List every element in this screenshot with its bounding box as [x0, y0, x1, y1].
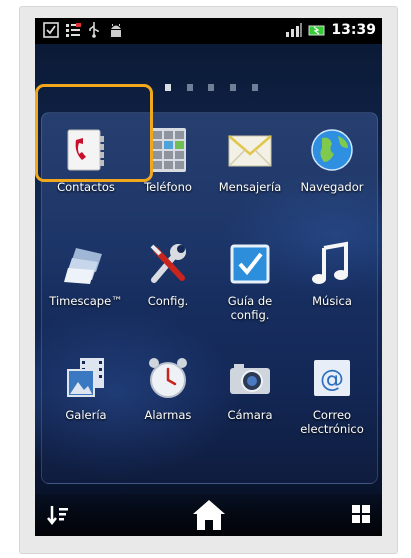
camera-icon — [226, 354, 274, 402]
app-label: Config. — [147, 294, 189, 308]
app-label: Guía de config. — [227, 294, 273, 322]
page-dot-1[interactable] — [165, 84, 171, 91]
app-correo[interactable]: @ Correo electrónico — [291, 354, 373, 436]
tasks-icon — [65, 22, 81, 43]
clock-time: 13:39 — [331, 22, 376, 38]
page-dot-4[interactable] — [230, 84, 236, 91]
grid-icon[interactable] — [351, 504, 371, 528]
app-guia-config[interactable]: Guía de config. — [209, 240, 291, 322]
checkbox-icon — [226, 240, 274, 288]
app-timescape[interactable]: Timescape™ — [45, 240, 127, 308]
checkbox-notification-icon — [43, 22, 59, 43]
app-label: Música — [312, 294, 352, 308]
app-label: Navegador — [300, 180, 364, 194]
page-dot-3[interactable] — [208, 84, 214, 91]
app-label: Cámara — [227, 408, 273, 422]
app-label: Teléfono — [144, 180, 192, 194]
android-debug-icon — [109, 22, 123, 43]
app-musica[interactable]: Música — [291, 240, 373, 308]
music-note-icon — [308, 240, 356, 288]
app-config[interactable]: Config. — [127, 240, 209, 308]
app-label: Timescape™ — [49, 294, 123, 308]
app-alarmas[interactable]: Alarmas — [127, 354, 209, 422]
highlight-box — [35, 84, 153, 182]
page-dot-2[interactable] — [187, 84, 193, 91]
signal-icon — [285, 22, 303, 43]
tools-icon — [144, 240, 192, 288]
app-label: Contactos — [57, 180, 115, 194]
alarm-clock-icon — [144, 354, 192, 402]
page-dot-5[interactable] — [252, 84, 258, 91]
app-label: Galería — [65, 408, 107, 422]
globe-icon — [308, 126, 356, 174]
gallery-icon — [62, 354, 110, 402]
svg-text:@: @ — [320, 365, 344, 393]
home-icon[interactable] — [191, 498, 227, 536]
timescape-icon — [62, 240, 110, 288]
dock-bar — [35, 494, 382, 536]
app-label: Mensajería — [218, 180, 282, 194]
usb-icon — [88, 22, 100, 43]
app-label: Alarmas — [144, 408, 192, 422]
sort-icon[interactable] — [47, 504, 69, 530]
app-label: Correo electrónico — [300, 408, 364, 436]
app-galeria[interactable]: Galería — [45, 354, 127, 422]
app-navegador[interactable]: Navegador — [291, 126, 373, 194]
app-mensajeria[interactable]: Mensajería — [209, 126, 291, 194]
envelope-icon — [226, 126, 274, 174]
app-camara[interactable]: Cámara — [209, 354, 291, 422]
email-at-icon: @ — [308, 354, 356, 402]
battery-icon — [308, 22, 326, 43]
status-bar: 13:39 — [35, 18, 382, 44]
